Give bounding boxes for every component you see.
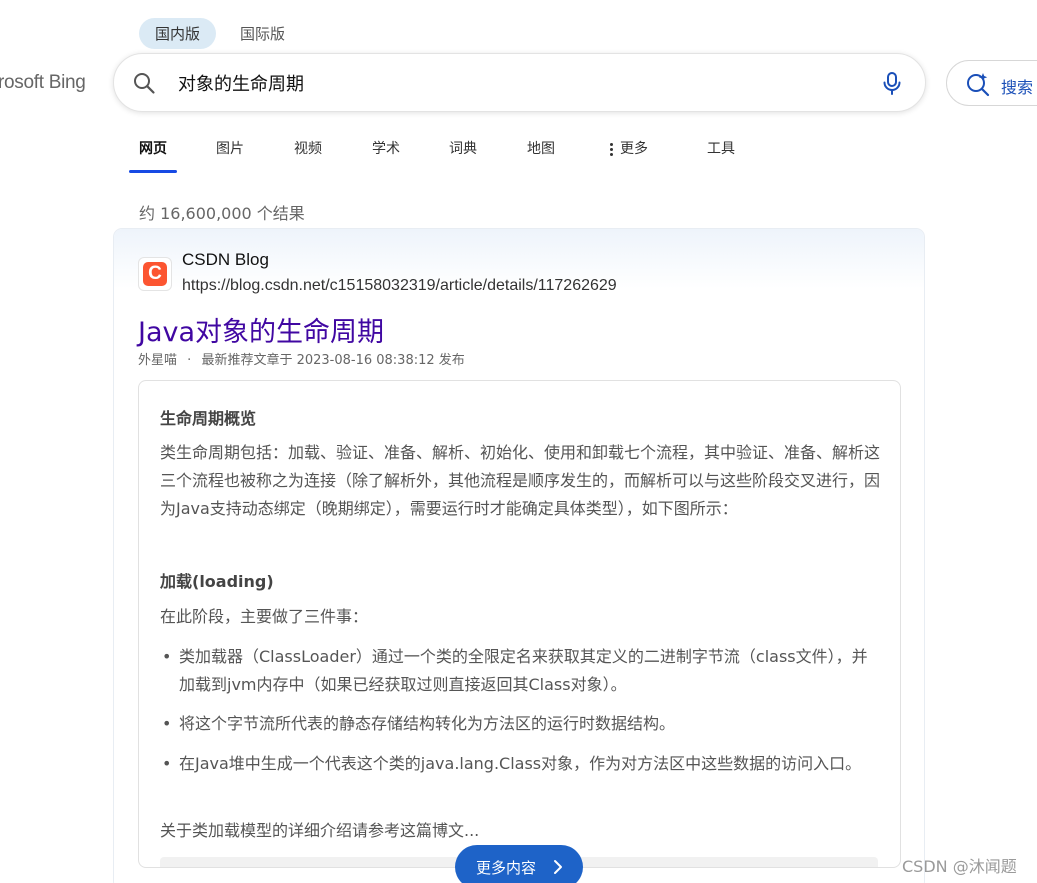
list-item: 将这个字节流所代表的静态存储结构转化为方法区的运行时数据结构。: [160, 710, 882, 738]
region-tabs: 国内版 国际版: [139, 18, 301, 49]
snippet-heading: 生命周期概览: [160, 409, 257, 428]
more-dots-icon: [610, 141, 614, 158]
active-tab-indicator: [129, 170, 177, 173]
search-box: [113, 53, 926, 112]
result-meta: 外星喵 · 最新推荐文章于 2023-08-16 08:38:12 发布: [138, 349, 465, 368]
result-snippet: 生命周期概览 类生命周期包括：加载、验证、准备、解析、初始化、使用和卸载七个流程…: [138, 380, 901, 868]
list-item: 类加载器（ClassLoader）通过一个类的全限定名来获取其定义的二进制字节流…: [160, 643, 882, 699]
chevron-right-icon: [554, 860, 562, 874]
tab-maps[interactable]: 地图: [527, 138, 555, 158]
more-content-label: 更多内容: [476, 859, 537, 877]
search-input[interactable]: [178, 72, 858, 93]
result-author: 外星喵: [138, 353, 178, 368]
snippet-paragraph: 关于类加载模型的详细介绍请参考这篇博文...: [160, 821, 480, 840]
copilot-search-button[interactable]: 搜索: [946, 60, 1037, 106]
result-date: 最新推荐文章于 2023-08-16 08:38:12 发布: [201, 353, 465, 368]
search-icon[interactable]: [132, 71, 156, 95]
bing-logo[interactable]: rosoft Bing: [0, 72, 86, 94]
region-tab-international[interactable]: 国际版: [224, 18, 301, 49]
tab-dictionary[interactable]: 词典: [449, 138, 477, 158]
tab-more[interactable]: 更多: [610, 138, 648, 158]
more-content-button[interactable]: 更多内容: [455, 845, 583, 883]
copilot-search-icon: [967, 73, 990, 97]
tab-videos[interactable]: 视频: [294, 138, 322, 158]
list-item: 在Java堆中生成一个代表这个类的java.lang.Class对象，作为对方法…: [160, 750, 882, 778]
csdn-logo-icon: C: [143, 262, 167, 286]
result-title-link[interactable]: Java对象的生命周期: [138, 310, 384, 349]
site-name[interactable]: CSDN Blog: [182, 250, 269, 270]
microphone-icon[interactable]: [879, 70, 905, 96]
site-favicon[interactable]: C: [138, 257, 172, 291]
snippet-heading: 加载(loading): [160, 572, 274, 591]
snippet-paragraph: 类生命周期包括：加载、验证、准备、解析、初始化、使用和卸载七个流程，其中验证、准…: [160, 443, 881, 518]
copilot-label: 搜索: [1001, 78, 1034, 97]
meta-separator: ·: [187, 353, 192, 368]
tab-academic[interactable]: 学术: [372, 138, 400, 158]
region-tab-domestic[interactable]: 国内版: [139, 18, 217, 49]
watermark: CSDN @沐闻题: [902, 857, 1017, 876]
result-count: 约 16,600,000 个结果: [139, 204, 305, 223]
snippet-paragraph: 在此阶段，主要做了三件事：: [160, 607, 369, 626]
site-url[interactable]: https://blog.csdn.net/c15158032319/artic…: [182, 277, 617, 295]
tab-images[interactable]: 图片: [216, 138, 244, 158]
tab-more-label: 更多: [620, 141, 648, 157]
tab-web[interactable]: 网页: [139, 138, 167, 158]
tab-tools[interactable]: 工具: [707, 138, 735, 158]
